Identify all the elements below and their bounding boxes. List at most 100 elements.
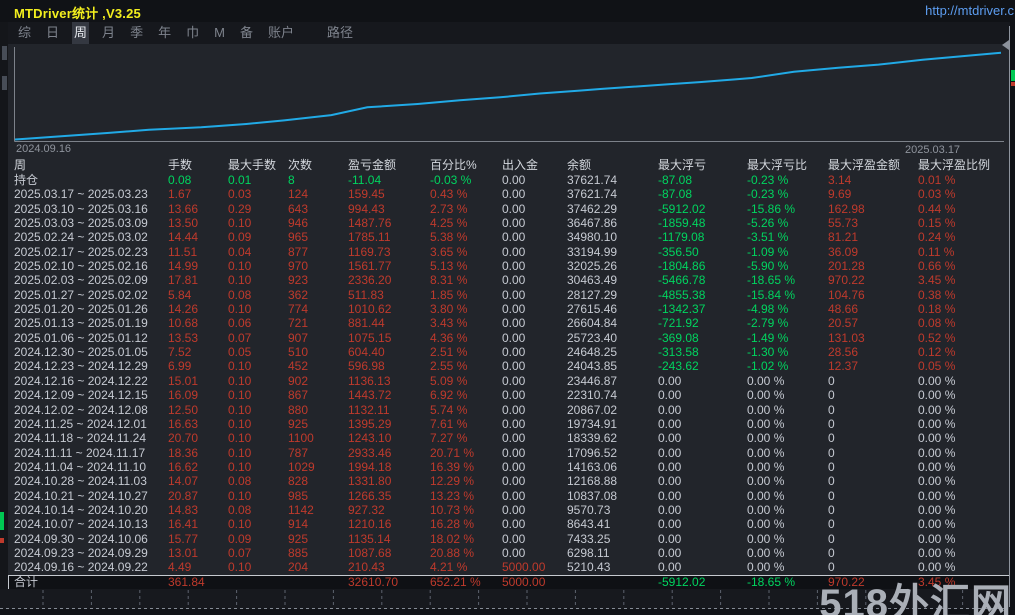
table-cell: 14.26 — [168, 302, 199, 317]
table-cell: 970 — [288, 259, 309, 274]
table-cell: 0.08 % — [918, 316, 956, 331]
menu-item-1[interactable]: 综 — [18, 22, 31, 44]
table-cell: 0 — [828, 459, 835, 474]
table-cell: 0.10 — [228, 273, 252, 288]
table-cell: 0.15 % — [918, 216, 956, 231]
table-row: 2024.10.28 ~ 2024.11.03 14.07 0.08 828 1331.… — [8, 474, 1010, 488]
table-cell: 0.10 — [228, 431, 252, 446]
table-cell: 0.01 — [228, 173, 252, 187]
table-cell: 0.00 — [502, 517, 526, 532]
table-cell — [567, 576, 658, 589]
table-cell: 14.83 — [168, 502, 199, 517]
menu-item-3[interactable]: 周 — [72, 22, 90, 44]
table-cell: -1804.86 — [658, 259, 706, 274]
table-cell: 28127.29 — [567, 287, 618, 302]
table-cell: -11.04 — [348, 173, 382, 187]
menu-item-2[interactable]: 日 — [46, 22, 59, 44]
table-cell: 914 — [288, 517, 309, 532]
table-cell: 11.51 — [168, 244, 198, 259]
table-row: 2024.10.14 ~ 2024.10.20 14.83 0.08 1142 927.… — [8, 503, 1010, 517]
column-header: 周 — [14, 158, 27, 172]
table-cell: 37621.74 — [567, 173, 618, 187]
menu-item-6[interactable]: 年 — [158, 22, 171, 44]
weekly-stats-table: 周 手数 最大手数 次数 盈亏金额 百分比% 出入金 余额 最大浮亏 最大浮亏比 最大浮盈金额 最大浮… — [8, 158, 1010, 590]
table-cell: 0.43 % — [430, 187, 468, 202]
period-label: 2025.01.27 ~ 2025.02.02 — [14, 287, 148, 302]
table-cell: 0.09 — [228, 531, 252, 546]
table-cell: 0.00 — [502, 388, 526, 403]
table-cell: 0.07 — [228, 330, 252, 345]
table-cell: 1487.76 — [348, 216, 392, 231]
table-cell: -313.58 — [658, 345, 699, 360]
app-url-link[interactable]: http://mtdriver.c — [925, 3, 1014, 18]
menu-item-7[interactable]: 巾 — [186, 22, 199, 44]
table-row: 2024.09.30 ~ 2024.10.06 15.77 0.09 925 1135.… — [8, 532, 1010, 546]
table-cell: 0.01 % — [918, 173, 956, 187]
table-cell: 14.99 — [168, 259, 199, 274]
table-cell: 5.09 % — [430, 373, 468, 388]
table-row: 2024.11.18 ~ 2024.11.24 20.70 0.10 1100 1243… — [8, 431, 1010, 445]
table-cell: 0.00 — [502, 502, 526, 517]
table-cell: -15.84 % — [747, 287, 796, 302]
period-label: 2024.10.28 ~ 2024.11.03 — [14, 474, 147, 489]
period-label: 2025.02.03 ~ 2025.02.09 — [14, 273, 148, 288]
table-cell: 0.00 — [658, 474, 682, 489]
period-label: 2024.11.04 ~ 2024.11.10 — [14, 459, 147, 474]
table-cell: 32025.26 — [567, 259, 618, 274]
menu-item-8[interactable]: M — [214, 22, 225, 44]
table-cell: 1100 — [288, 431, 314, 446]
table-cell: 55.73 — [828, 216, 859, 231]
table-cell: 0.00 % — [747, 459, 785, 474]
table-cell: 20.71 % — [430, 445, 475, 460]
table-row: 2025.02.24 ~ 2025.03.02 14.44 0.09 965 1785.… — [8, 230, 1010, 244]
table-cell: 0.10 — [228, 388, 252, 403]
table-cell: 15.77 — [168, 531, 199, 546]
table-cell: 0.00 — [502, 201, 526, 216]
menu-item-4[interactable]: 月 — [102, 22, 115, 44]
period-label: 2025.03.17 ~ 2025.03.23 — [14, 187, 148, 202]
period-label: 2025.01.13 ~ 2025.01.19 — [14, 316, 148, 331]
table-cell: 20.87 — [168, 488, 199, 503]
menu-item-9[interactable]: 备 — [240, 22, 253, 44]
menu-item-5[interactable]: 季 — [130, 22, 143, 44]
scroll-arrow-icon[interactable] — [1002, 40, 1009, 50]
period-label: 2025.03.10 ~ 2025.03.16 — [14, 201, 148, 216]
table-cell: -5912.02 — [658, 574, 706, 589]
table-cell: -5466.78 — [658, 273, 706, 288]
right-scrollbar[interactable] — [1010, 22, 1015, 615]
table-cell: -1.30 % — [747, 345, 789, 360]
table-cell: 0.08 — [228, 502, 252, 517]
table-cell: 5.84 — [168, 287, 192, 302]
table-cell: 0.00 % — [747, 545, 785, 560]
period-label: 2025.02.10 ~ 2025.02.16 — [14, 259, 148, 274]
table-cell: 0.10 — [228, 402, 252, 417]
row-label: 合计 — [14, 574, 39, 589]
period-label: 2025.02.24 ~ 2025.03.02 — [14, 230, 148, 245]
table-cell: -721.92 — [658, 316, 699, 331]
table-cell: 0.00 % — [918, 388, 956, 403]
left-scrollbar[interactable] — [0, 22, 8, 615]
table-cell: 9.69 — [828, 187, 852, 202]
table-cell: 104.76 — [828, 287, 865, 302]
table-cell: 0 — [828, 517, 835, 532]
period-label: 2025.03.03 ~ 2025.03.09 — [14, 216, 148, 231]
table-cell: 0.07 — [228, 545, 252, 560]
menu-item-11[interactable]: 路径 — [327, 22, 353, 44]
table-cell: 33194.99 — [567, 244, 618, 259]
table-cell: 16.62 — [168, 459, 199, 474]
table-cell: 0.00 % — [918, 545, 956, 560]
period-label: 2025.01.06 ~ 2025.01.12 — [14, 330, 148, 345]
table-cell: 0.00 % — [918, 459, 956, 474]
menu-item-10[interactable]: 账户 — [268, 22, 294, 44]
table-row: 2024.10.07 ~ 2024.10.13 16.41 0.10 914 1210.… — [8, 517, 1010, 531]
table-cell: 0.44 % — [918, 201, 956, 216]
table-cell: 0.00 % — [918, 517, 956, 532]
table-cell: 27615.46 — [567, 302, 618, 317]
table-cell: 604.40 — [348, 345, 385, 360]
table-cell: 20867.02 — [567, 402, 618, 417]
table-cell: 0.10 — [228, 259, 252, 274]
table-cell: 0 — [828, 416, 835, 431]
table-cell: 0 — [828, 402, 835, 417]
table-cell: 210.43 — [348, 560, 385, 575]
table-cell: 0.00 % — [918, 488, 956, 503]
